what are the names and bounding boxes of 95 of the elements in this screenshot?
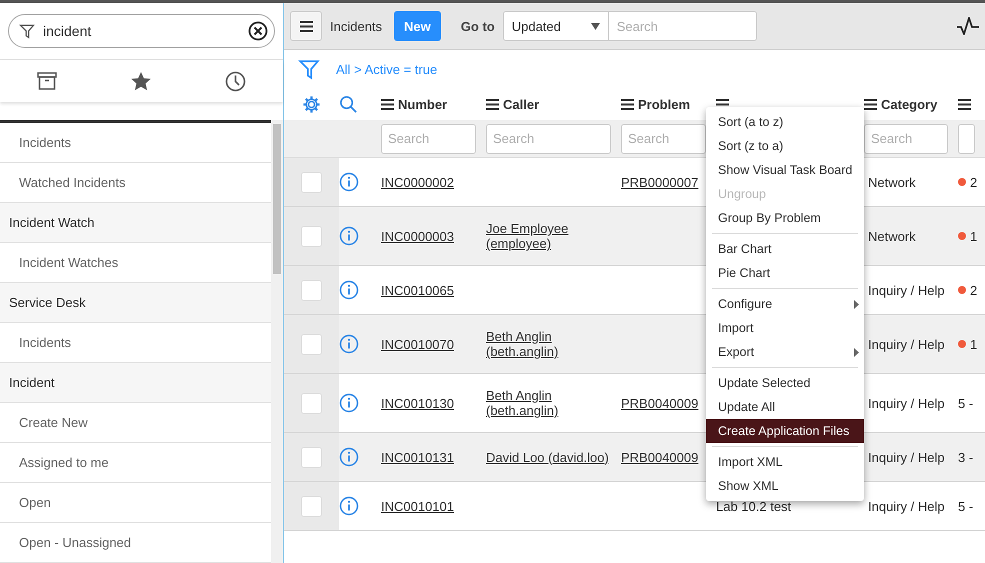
menu-item[interactable]: Group By Problem [706,206,864,230]
column-header[interactable]: Caller [503,96,540,112]
star-icon[interactable] [131,72,152,90]
column-header[interactable]: Number [398,96,448,112]
number-link[interactable]: INC0000002 [381,174,454,190]
caller-link[interactable]: David Loo (david.loo) [486,450,609,464]
table-cell: Inquiry / Help [868,282,945,298]
column-search-field[interactable]: Search [486,124,611,154]
column-header[interactable]: Problem [638,96,690,112]
table-cell: Inquiry / Help [868,336,945,352]
menu-item[interactable]: Update All [706,395,864,419]
info-icon [339,280,359,300]
menu-icon [864,98,877,110]
caret-icon [590,22,600,30]
number-link[interactable]: INC0010130 [381,396,454,410]
problem-link[interactable]: PRB0040009 [621,450,698,464]
clock-icon[interactable] [225,70,246,92]
table-cell: 5 - [958,498,974,514]
caller-link[interactable]: Beth Anglin (beth.anglin) [486,329,613,359]
filter-icon [19,23,35,39]
table-cell: 2 [970,174,978,190]
table-cell: Inquiry / Help [868,498,945,514]
number-link[interactable]: INC0010065 [381,282,454,298]
menu-icon [486,98,499,110]
column-search-field[interactable]: Search [621,124,706,154]
column-search-field[interactable] [958,124,975,154]
search-field[interactable]: Search [608,11,757,41]
field-select[interactable]: Updated [502,11,609,41]
menu-icon [381,98,394,110]
section-header[interactable]: Incident [0,363,271,403]
activity-icon[interactable] [957,17,979,35]
section-header[interactable]: Incident Watch [0,203,271,243]
table-cell: 1 [970,336,978,352]
menu-icon [958,98,971,110]
number-link[interactable]: INC0010131 [381,450,454,464]
info-icon [339,334,359,354]
row-checkbox[interactable] [301,446,322,468]
menu-item[interactable]: Update Selected [706,371,864,395]
list-title: Incidents [330,18,382,34]
number-link[interactable]: INC0010101 [381,498,454,514]
menu-item[interactable]: Create Application Files [706,419,864,443]
filter-input[interactable]: incident [41,22,242,40]
info-icon [339,393,359,413]
row-checkbox[interactable] [301,392,322,414]
info-icon [339,226,359,246]
problem-link[interactable]: PRB0040009 [621,396,698,410]
menu-item[interactable]: Sort (z to a) [706,134,864,158]
row-checkbox[interactable] [301,280,322,300]
archive-icon[interactable] [37,72,58,90]
menu-item[interactable]: Bar Chart [706,237,864,261]
menu-item[interactable]: Configure [706,292,864,316]
menu-item[interactable]: Show Visual Task Board [706,158,864,182]
filter-icon [298,58,320,80]
filter-field[interactable]: incident [8,14,275,48]
number-link[interactable]: INC0010070 [381,336,454,352]
table-cell: 3 - [958,450,974,464]
row-checkbox[interactable] [301,496,322,516]
column-header[interactable]: Category [881,96,938,112]
table-cell: Inquiry / Help [868,450,945,464]
caller-link[interactable]: Joe Employee (employee) [486,221,613,251]
submenu-arrow-icon [854,348,859,356]
row-checkbox[interactable] [301,226,322,246]
menu-button[interactable] [290,11,322,41]
row-checkbox[interactable] [301,172,322,192]
info-icon [339,496,359,516]
table-cell: Lab 10.2 test [716,498,792,514]
menu-item[interactable]: Show XML [706,474,864,498]
menu-item[interactable]: Export [706,340,864,364]
table-cell: Network [868,174,916,190]
menu-icon [621,98,634,110]
caller-link[interactable]: Beth Anglin (beth.anglin) [486,388,613,418]
column-search-field[interactable]: Search [381,124,476,154]
info-icon [339,447,359,467]
table-cell: 2 [970,282,978,298]
menu-item[interactable]: Sort (a to z) [706,110,864,134]
number-link[interactable]: INC0000003 [381,228,454,244]
column-search-field[interactable]: Search [864,124,948,154]
menu-item[interactable]: Pie Chart [706,261,864,285]
menu-item[interactable]: Import [706,316,864,340]
table-cell: 1 [970,228,978,244]
menu-icon [300,20,312,32]
scrollbar-thumb[interactable] [273,124,281,274]
clear-icon[interactable] [248,21,268,41]
goto-label: Go to [460,18,495,34]
problem-link[interactable]: PRB0000007 [621,174,698,190]
table-cell: Inquiry / Help [868,396,945,410]
table-cell: Network [868,228,916,244]
menu-item[interactable]: Import XML [706,450,864,474]
section-header[interactable]: Service Desk [0,283,271,323]
settings-icon[interactable] [302,94,321,114]
search-icon[interactable] [339,94,358,114]
info-icon [339,172,359,192]
submenu-arrow-icon [854,300,859,308]
table-cell: 5 - [958,396,974,410]
row-checkbox[interactable] [301,334,322,354]
